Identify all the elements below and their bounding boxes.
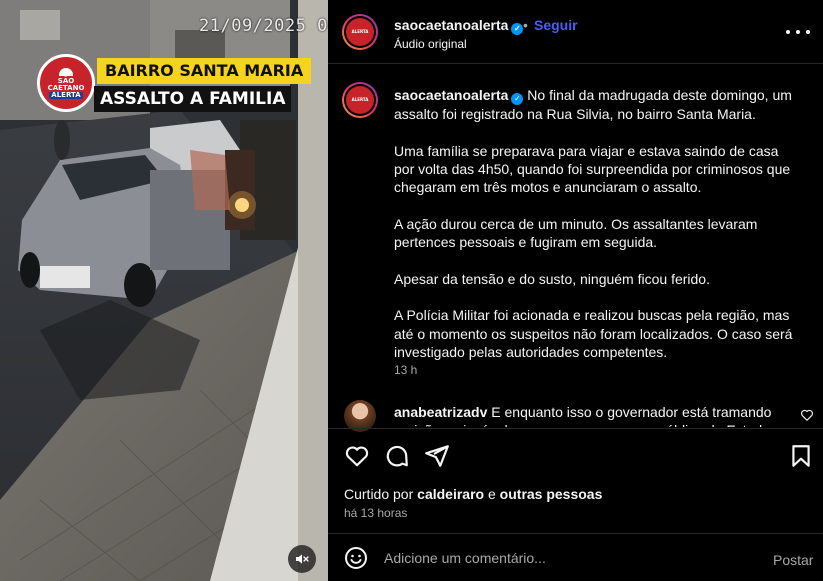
comment-icon[interactable] [384, 443, 410, 469]
liked-by-text: Curtido por caldeiraro e outras pessoas [344, 486, 602, 502]
sun-icon [59, 67, 73, 76]
liked-by-conjunction: e [487, 486, 496, 502]
verified-badge-icon: ✓ [511, 23, 524, 35]
post-caption: saocaetanoalerta ✓ No final da madrugada … [394, 86, 799, 361]
more-options-button[interactable] [786, 22, 810, 42]
caption-username[interactable]: saocaetanoalerta [394, 87, 508, 103]
caption-paragraph: A ação durou cerca de um minuto. Os assa… [394, 215, 758, 251]
post-actions [328, 428, 823, 482]
liked-by-others[interactable]: outras pessoas [500, 486, 603, 502]
more-options-icon [786, 30, 790, 34]
caption-avatar-logo-text: ALERTA [351, 97, 369, 102]
comment-like-heart-icon[interactable] [800, 408, 814, 422]
caption-paragraph: Apesar da tensão e do susto, ninguém fic… [394, 270, 710, 287]
emoji-icon[interactable] [344, 546, 368, 570]
mute-button[interactable] [288, 545, 316, 573]
post-panel: ALERTA saocaetanoalerta ✓ • Seguir Áudio … [328, 0, 823, 581]
logo-line1: SÃO CAETANO [47, 76, 85, 92]
caption-time-ago[interactable]: 13 h [394, 363, 417, 377]
bookmark-icon[interactable] [788, 443, 814, 469]
posted-time[interactable]: há 13 horas [344, 506, 407, 520]
author-username-text[interactable]: saocaetanoalerta [394, 17, 508, 33]
verified-badge-icon: ✓ [511, 93, 524, 105]
video-banner-subtitle: ASSALTO A FAMILIA [94, 86, 292, 112]
video-timestamp: 21/09/2025 04 [199, 16, 328, 36]
header-separator: • [523, 17, 528, 33]
sao-caetano-alerta-logo: SÃO CAETANO ALERTA [37, 54, 95, 112]
audio-label[interactable]: Áudio original [394, 37, 467, 51]
post-comment-button[interactable]: Postar [773, 552, 813, 568]
post-header: ALERTA saocaetanoalerta ✓ • Seguir Áudio … [328, 0, 823, 64]
caption-paragraph: A Polícia Militar foi acionada e realizo… [394, 307, 793, 360]
comment-item: anabeatrizadv E enquanto isso o governad… [394, 403, 794, 427]
video-player[interactable]: 21/09/2025 04 SÃO CAETANO ALERTA BAIRRO … [0, 0, 328, 581]
liked-by-prefix: Curtido por [344, 486, 414, 502]
caption-author-avatar[interactable]: ALERTA [342, 82, 378, 118]
comment-input[interactable] [384, 546, 744, 570]
commenter-username[interactable]: anabeatrizadv [394, 404, 487, 420]
author-username[interactable]: saocaetanoalerta ✓ [394, 17, 524, 35]
add-comment-bar: Postar [328, 533, 823, 581]
share-icon[interactable] [424, 443, 450, 469]
logo-line2: ALERTA [49, 90, 83, 99]
heart-icon[interactable] [344, 443, 370, 469]
caption-paragraph: Uma família se preparava para viajar e e… [394, 142, 791, 196]
follow-button[interactable]: Seguir [534, 17, 578, 33]
liked-by-user[interactable]: caldeiraro [417, 486, 484, 502]
speaker-muted-icon [296, 554, 309, 564]
avatar-logo-text: ALERTA [351, 29, 369, 34]
video-banner-title: BAIRRO SANTA MARIA [97, 58, 312, 84]
author-avatar[interactable]: ALERTA [342, 14, 378, 50]
